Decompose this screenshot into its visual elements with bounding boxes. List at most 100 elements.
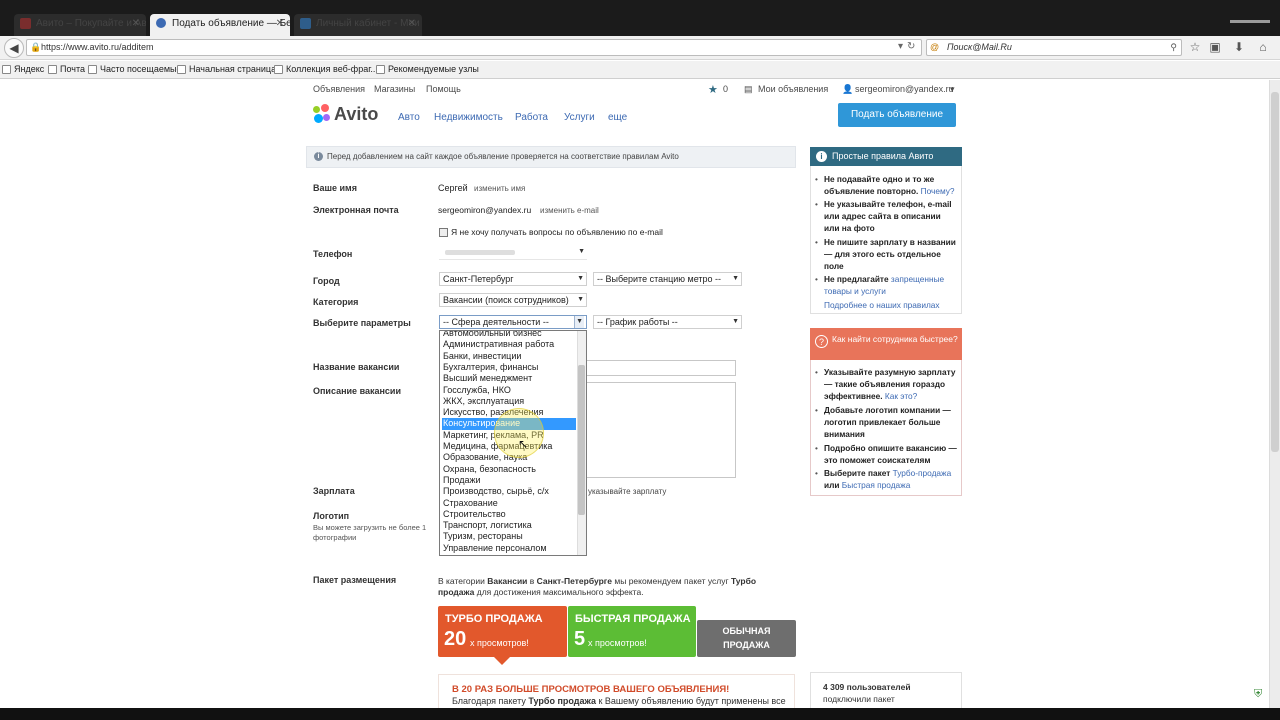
fast-number: 5 — [574, 628, 586, 650]
vacancy-title-label: Название вакансии — [313, 362, 400, 372]
rule-item: Не предлагайте запрещенные товары и услу… — [815, 273, 958, 297]
phone-select[interactable]: ▼ — [439, 246, 587, 260]
phone-label: Телефон — [313, 249, 353, 259]
favicon-icon — [156, 18, 166, 28]
post-ad-button[interactable]: Подать объявление — [838, 103, 956, 127]
nav-jobs[interactable]: Работа — [515, 112, 548, 123]
bookmark-suggested[interactable]: Рекомендуемые узлы — [376, 61, 479, 78]
dropdown-option[interactable]: Административная работа — [442, 339, 576, 350]
turbo-package-button[interactable]: ТУРБО ПРОДАЖА 20 х просмотров! — [438, 606, 567, 657]
bookmarks-bar: Яндекс Почта Часто посещаемые Начальная … — [0, 61, 1280, 79]
dropdown-option[interactable]: Страхование — [442, 498, 576, 509]
sphere-select[interactable]: -- Сфера деятельности -- ▼ — [439, 315, 587, 329]
toplink-ads[interactable]: Объявления — [313, 84, 365, 94]
how-link[interactable]: Как это? — [885, 391, 917, 401]
search-input[interactable]: @ Поиск@Mail.Ru ⚲ — [926, 39, 1182, 56]
dropdown-option[interactable]: Автомобильный бизнес — [442, 331, 576, 339]
no-questions-label: Я не хочу получать вопросы по объявлению… — [451, 227, 663, 237]
change-email-link[interactable]: изменить e-mail — [540, 206, 599, 215]
bookmark-home[interactable]: Начальная страница — [177, 61, 276, 78]
mouse-cursor-icon: ↖ — [518, 437, 529, 451]
city-label: Город — [313, 276, 340, 286]
notice-text: Перед добавлением на сайт каждое объявле… — [327, 152, 679, 161]
dropdown-option[interactable]: Управление персоналом — [442, 543, 576, 554]
bookmarks-menu-icon[interactable]: ▣ — [1208, 39, 1222, 55]
user-menu[interactable]: sergeomiron@yandex.ru — [855, 84, 954, 94]
search-icon[interactable]: ⚲ — [1170, 40, 1177, 55]
rule-item: Не пишите зарплату в названии — для этог… — [815, 236, 958, 272]
rules-more-link[interactable]: Подробнее о наших правилах — [824, 300, 940, 310]
close-tab-icon[interactable]: ✕ — [276, 14, 284, 34]
dropdown-option[interactable]: Производство, сырьё, с/х — [442, 486, 576, 497]
home-icon[interactable]: ⌂ — [1256, 39, 1270, 55]
close-tab-icon[interactable]: ✕ — [408, 14, 416, 34]
dropdown-option[interactable]: Туризм, рестораны — [442, 531, 576, 542]
dropdown-option[interactable]: Строительство — [442, 509, 576, 520]
window-control-icon[interactable] — [1230, 20, 1270, 23]
download-icon[interactable]: ⬇ — [1232, 39, 1246, 55]
nav-more[interactable]: еще — [608, 112, 627, 123]
notice-bar: i Перед добавлением на сайт каждое объяв… — [306, 146, 796, 168]
back-button[interactable]: ◀ — [4, 38, 24, 58]
chevron-down-icon[interactable]: ▾ — [950, 84, 955, 95]
rule-item: Не подавайте одно и то же объявление пов… — [815, 173, 958, 197]
dropdown-option[interactable]: Банки, инвестиции — [442, 351, 576, 362]
normal-line1: ОБЫЧНАЯ — [722, 626, 771, 636]
turbo-link[interactable]: Турбо-продажа — [893, 468, 952, 478]
logo-hint-2: фотографии — [313, 533, 357, 542]
favicon-icon — [20, 18, 31, 29]
dropdown-arrow-icon[interactable]: ▾ — [898, 39, 903, 55]
logo-label: Логотип — [313, 511, 350, 521]
chevron-down-icon: ▼ — [574, 316, 584, 328]
info-icon: i — [314, 152, 323, 161]
avito-logo[interactable]: Avito — [313, 104, 393, 126]
bookmark-webslices[interactable]: Коллекция веб-фраг... — [274, 61, 378, 78]
bookmark-yandex[interactable]: Яндекс — [2, 61, 44, 78]
normal-package-button[interactable]: ОБЫЧНАЯ ПРОДАЖА — [697, 620, 796, 657]
schedule-select[interactable]: -- График работы -- ▼ — [593, 315, 742, 329]
favicon-icon — [300, 18, 311, 29]
url-text: https://www.avito.ru/additem — [41, 42, 154, 52]
change-name-link[interactable]: изменить имя — [474, 184, 525, 193]
dropdown-option[interactable]: Бухгалтерия, финансы — [442, 362, 576, 373]
package-description: В категории Вакансии в Санкт-Петербурге … — [438, 576, 757, 597]
fast-package-button[interactable]: БЫСТРАЯ ПРОДАЖА 5 х просмотров! — [568, 606, 696, 657]
chevron-down-icon: ▼ — [732, 318, 739, 325]
no-questions-checkbox[interactable] — [439, 228, 448, 237]
dropdown-scrollbar[interactable] — [577, 331, 586, 555]
browser-tab-1[interactable]: Авито – Покупайте и Авито ✕ — [14, 14, 146, 36]
nav-services[interactable]: Услуги — [564, 112, 595, 123]
dropdown-option[interactable]: ЖКХ, эксплуатация — [442, 396, 576, 407]
dropdown-option[interactable]: Высший менеджмент — [442, 373, 576, 384]
my-ads-link[interactable]: Мои объявления — [758, 84, 828, 94]
dropdown-option[interactable]: Госслужба, НКО — [442, 385, 576, 396]
dropdown-option[interactable]: Транспорт, логистика — [442, 520, 576, 531]
toplink-shops[interactable]: Магазины — [374, 84, 415, 94]
scrollbar-thumb[interactable] — [1271, 92, 1279, 452]
metro-select[interactable]: -- Выберите станцию метро -- ▼ — [593, 272, 742, 286]
turbo-title: ТУРБО ПРОДАЖА — [445, 613, 543, 625]
dropdown-option[interactable]: Охрана, безопасность — [442, 464, 576, 475]
bookmark-frequent[interactable]: Часто посещаемые — [88, 61, 182, 78]
nav-realty[interactable]: Недвижимость — [434, 112, 503, 123]
bookmark-mail[interactable]: Почта — [48, 61, 85, 78]
toplink-help[interactable]: Помощь — [426, 84, 461, 94]
nav-auto[interactable]: Авто — [398, 112, 420, 123]
category-select[interactable]: Вакансии (поиск сотрудников) ▼ — [439, 293, 587, 307]
fast-link[interactable]: Быстрая продажа — [842, 480, 911, 490]
chevron-down-icon: ▼ — [578, 248, 585, 255]
city-select[interactable]: Санкт-Петербург ▼ — [439, 272, 587, 286]
user-icon: 👤 — [842, 84, 854, 94]
dropdown-scrollbar-thumb[interactable] — [578, 365, 585, 515]
reload-icon[interactable]: ↻ — [907, 39, 915, 55]
browser-tab-3[interactable]: Личный кабинет - Мои ... ✕ — [294, 14, 422, 36]
close-tab-icon[interactable]: ✕ — [132, 14, 140, 34]
address-bar[interactable]: 🔒 https://www.avito.ru/additem — [26, 39, 922, 56]
dropdown-option[interactable]: Продажи — [442, 475, 576, 486]
tip-item: Подробно опишите вакансию — это поможет … — [815, 442, 958, 466]
tips-panel-title[interactable]: ? Как найти сотрудника быстрее? — [810, 328, 962, 360]
why-link[interactable]: Почему? — [921, 186, 955, 196]
browser-tab-2[interactable]: Подать объявление — Бе... ✕ — [150, 14, 290, 36]
favorites-star-icon[interactable]: ★ — [708, 83, 718, 96]
bookmark-star-icon[interactable]: ☆ — [1188, 39, 1202, 55]
